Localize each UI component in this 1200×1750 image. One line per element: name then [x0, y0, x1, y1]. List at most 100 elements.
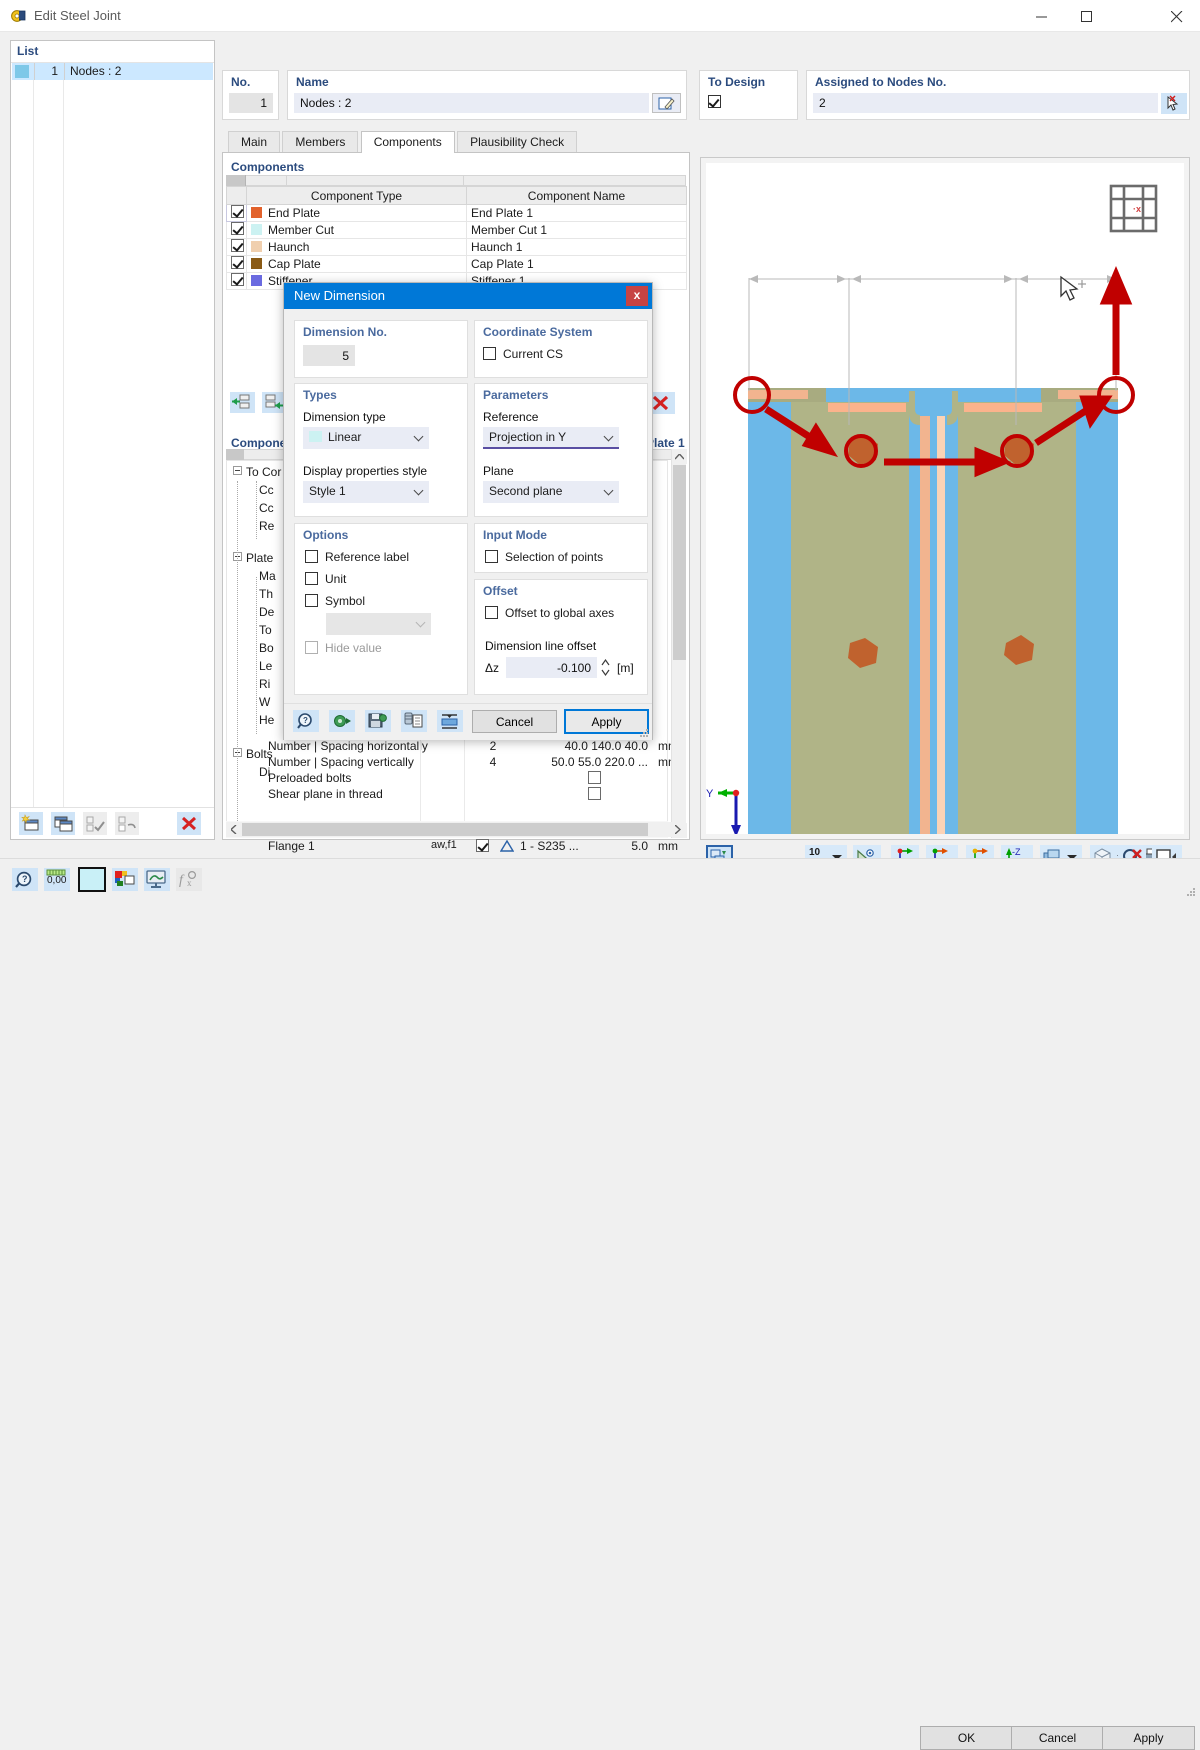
save-settings-icon[interactable]	[365, 710, 391, 732]
cancel-button[interactable]: Cancel	[1011, 1726, 1104, 1750]
align-center-icon[interactable]	[437, 710, 463, 732]
scroll-thumb[interactable]	[673, 465, 686, 660]
help-magnifier-icon[interactable]: ?	[293, 710, 319, 732]
display-monitor-icon[interactable]	[144, 868, 170, 891]
help-magnifier-icon[interactable]: ?	[12, 868, 38, 891]
import-settings-icon[interactable]	[329, 710, 355, 732]
window-resize-grip[interactable]	[1186, 887, 1196, 897]
offset-global-axes-checkbox[interactable]	[485, 606, 498, 619]
tree-node[interactable]: Cc	[233, 499, 281, 517]
pick-node-button[interactable]	[1161, 93, 1187, 114]
reference-select[interactable]: Projection in Y	[483, 427, 619, 449]
selection-of-points-checkbox[interactable]	[485, 550, 498, 563]
tab-main[interactable]: Main	[228, 131, 281, 152]
render-properties-icon[interactable]	[112, 868, 138, 891]
row-checkbox[interactable]	[231, 205, 244, 218]
close-button[interactable]	[1155, 0, 1200, 31]
row-checkbox[interactable]	[231, 239, 244, 252]
tab-plausibility-check[interactable]: Plausibility Check	[457, 131, 578, 152]
decimal-places-icon[interactable]: 0,00	[44, 868, 70, 891]
unit-checkbox[interactable]	[305, 572, 318, 585]
new-item-icon[interactable]	[19, 812, 43, 835]
row-checkbox[interactable]	[231, 273, 244, 286]
unit-checkbox-row[interactable]: Unit	[305, 572, 346, 586]
detail-row[interactable]: Shear plane in thread	[268, 787, 668, 803]
weld-row-checkbox[interactable]	[476, 839, 489, 852]
tree-node[interactable]: Cc	[233, 481, 281, 499]
table-row[interactable]: Haunch Haunch 1	[226, 238, 687, 256]
invert-check-icon[interactable]	[115, 812, 139, 835]
weld-row[interactable]: Flange 1 aw,f1 1 - S235 ... 5.0 mm	[268, 839, 678, 855]
tree-node[interactable]: Bo	[233, 639, 281, 657]
delta-z-stepper[interactable]	[601, 658, 610, 677]
detail-horizontal-scrollbar[interactable]	[226, 822, 686, 837]
shear-plane-checkbox[interactable]	[588, 787, 601, 800]
selection-of-points-checkbox-row[interactable]: Selection of points	[485, 550, 603, 564]
row-checkbox[interactable]	[231, 256, 244, 269]
table-row[interactable]: Cap Plate Cap Plate 1	[226, 255, 687, 273]
ok-button[interactable]: OK	[920, 1726, 1013, 1750]
dialog-cancel-button[interactable]: Cancel	[472, 710, 557, 733]
reference-label-checkbox-row[interactable]: Reference label	[305, 550, 409, 564]
copy-item-icon[interactable]	[51, 812, 75, 835]
dialog-titlebar[interactable]: New Dimension x	[284, 283, 652, 309]
detail-row[interactable]: Number | Spacing horizontally 2 40.0 140…	[268, 739, 678, 755]
tree-node[interactable]: Ma	[233, 567, 281, 585]
name-field[interactable]	[294, 93, 649, 113]
dimension-type-select[interactable]: Linear	[303, 427, 429, 449]
symbol-checkbox-row[interactable]: Symbol	[305, 594, 365, 608]
offset-global-axes-checkbox-row[interactable]: Offset to global axes	[485, 606, 614, 620]
scroll-thumb[interactable]	[242, 823, 648, 836]
current-cs-checkbox[interactable]	[483, 347, 496, 360]
delete-icon[interactable]	[177, 812, 201, 835]
table-row[interactable]: End Plate End Plate 1	[226, 204, 687, 222]
dimension-no-field[interactable]	[303, 345, 355, 366]
preloaded-bolts-checkbox[interactable]	[588, 771, 601, 784]
dialog-apply-button[interactable]: Apply	[564, 709, 649, 734]
detail-row[interactable]: Preloaded bolts	[268, 771, 668, 787]
tree-node[interactable]: Re	[233, 517, 281, 535]
row-checkbox[interactable]	[231, 222, 244, 235]
display-style-select[interactable]: Style 1	[303, 481, 429, 503]
reference-label-checkbox[interactable]	[305, 550, 318, 563]
tree-node[interactable]: To	[233, 621, 281, 639]
tree-node[interactable]: He	[233, 711, 281, 729]
tab-components[interactable]: Components	[360, 131, 455, 153]
color-swatch-icon[interactable]	[78, 867, 106, 892]
no-field[interactable]	[229, 93, 273, 113]
detail-vertical-scrollbar[interactable]	[671, 449, 687, 838]
viewport-canvas[interactable]: ·x Y	[706, 163, 1184, 834]
tree-node[interactable]: W	[233, 693, 281, 711]
tab-members[interactable]: Members	[282, 131, 359, 152]
apply-button[interactable]: Apply	[1102, 1726, 1195, 1750]
model-viewport[interactable]: ·x Y	[700, 157, 1190, 840]
symbol-checkbox[interactable]	[305, 594, 318, 607]
collapse-toggle-icon[interactable]	[233, 466, 242, 475]
scroll-left-button[interactable]	[226, 822, 241, 837]
tree-node[interactable]: Ri	[233, 675, 281, 693]
maximize-button[interactable]	[1065, 0, 1110, 31]
tree-group-node[interactable]: Plate	[233, 549, 281, 567]
scroll-right-button[interactable]	[671, 822, 686, 837]
insert-row-icon[interactable]	[230, 392, 255, 413]
dialog-resize-grip[interactable]	[639, 728, 649, 738]
tree-group-node[interactable]: To Cor	[233, 463, 281, 481]
tree-node[interactable]: Le	[233, 657, 281, 675]
table-row[interactable]: Member Cut Member Cut 1	[226, 221, 687, 239]
to-design-checkbox[interactable]	[708, 95, 721, 108]
tree-node[interactable]: Th	[233, 585, 281, 603]
plane-select[interactable]: Second plane	[483, 481, 619, 503]
dialog-close-button[interactable]: x	[626, 286, 648, 306]
symbol-select[interactable]	[326, 613, 431, 635]
scroll-up-button[interactable]	[672, 449, 687, 464]
current-cs-checkbox-row[interactable]: Current CS	[483, 347, 563, 361]
minimize-button[interactable]	[1020, 0, 1065, 31]
detail-row[interactable]: Number | Spacing vertically 4 50.0 55.0 …	[268, 755, 678, 771]
name-edit-button[interactable]	[652, 93, 681, 113]
delta-z-field[interactable]	[506, 657, 597, 678]
assigned-nodes-field[interactable]	[813, 93, 1158, 113]
tree-node[interactable]: De	[233, 603, 281, 621]
check-all-icon[interactable]	[83, 812, 107, 835]
list-item[interactable]: 1 Nodes : 2	[12, 63, 213, 80]
copy-list-icon[interactable]	[401, 710, 427, 732]
